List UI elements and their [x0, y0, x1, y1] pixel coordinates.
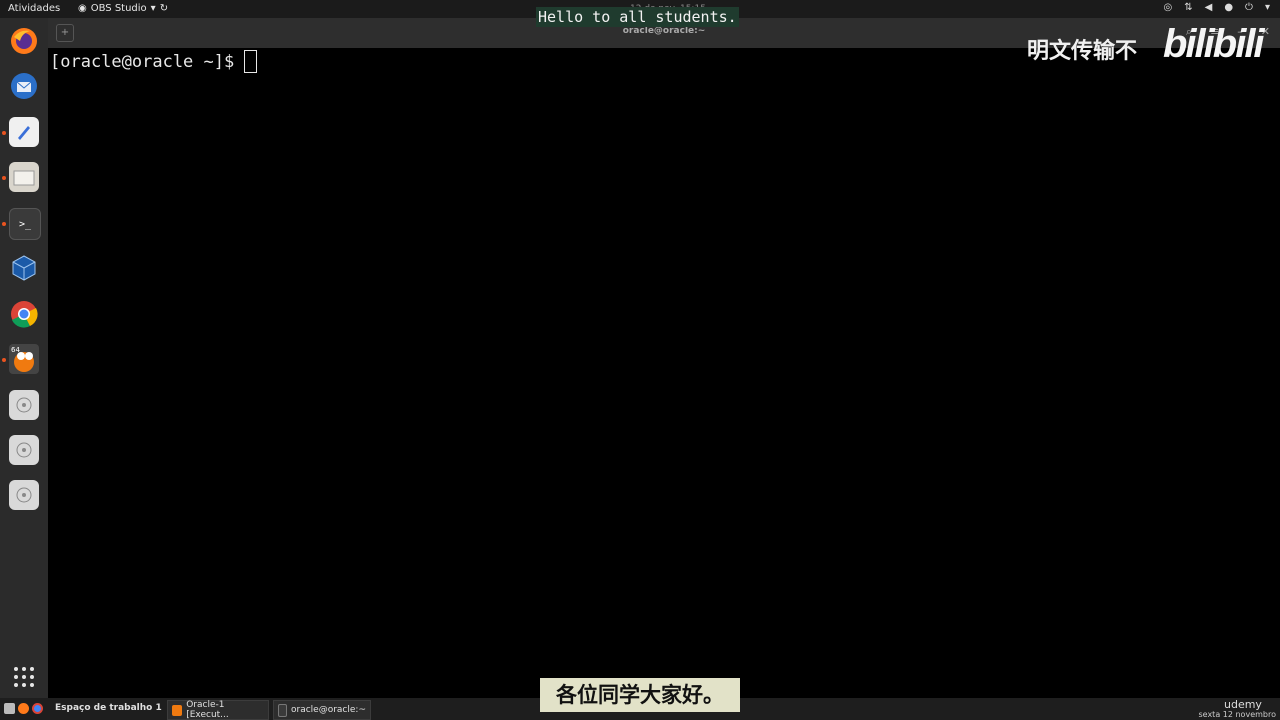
virtualbox-icon[interactable]	[9, 253, 39, 283]
running-indicator	[2, 222, 6, 226]
text-editor-icon[interactable]	[9, 117, 39, 147]
chrome-icon[interactable]	[9, 299, 39, 329]
taskbar-launchers	[4, 703, 43, 714]
terminal-icon[interactable]: >_	[9, 208, 41, 240]
taskbar-item-terminal[interactable]: oracle@oracle:~	[273, 700, 371, 720]
disk-icon[interactable]	[9, 435, 39, 465]
taskbar-date: sexta 12 novembro	[1198, 710, 1277, 719]
obs-icon: ◉	[78, 3, 87, 14]
disk-icon[interactable]	[9, 480, 39, 510]
firefox-icon[interactable]	[9, 26, 39, 56]
bilibili-logo: bilibili	[1163, 22, 1265, 66]
text-cursor	[244, 50, 258, 73]
terminal-icon	[278, 703, 287, 717]
refresh-icon: ↻	[159, 3, 169, 14]
taskbar-item-label: Oracle-1 [Execut...	[186, 700, 229, 720]
chevron-down-icon[interactable]: ▾	[1265, 2, 1270, 13]
accessibility-icon[interactable]: ◎	[1163, 2, 1172, 13]
firefox-icon[interactable]	[18, 703, 29, 714]
running-indicator	[2, 176, 6, 180]
taskbar-item-label: oracle@oracle:~	[291, 705, 366, 715]
chevron-down-icon: ▾	[150, 3, 156, 14]
running-indicator	[2, 131, 6, 135]
subtitle-chinese: 各位同学大家好。	[540, 678, 740, 712]
power-icon[interactable]: ⏻	[1245, 2, 1253, 13]
dock: >_ 64	[0, 18, 48, 698]
files-icon[interactable]	[9, 162, 39, 192]
thunderbird-icon[interactable]	[9, 71, 39, 101]
game-icon[interactable]: 64	[9, 344, 39, 374]
microphone-icon[interactable]: ●	[1224, 2, 1233, 13]
taskbar-item-oracle-vm[interactable]: Oracle-1 [Execut...	[167, 700, 269, 720]
network-icon[interactable]: ⇅	[1184, 2, 1192, 13]
subtitle-english: Hello to all students.	[536, 7, 739, 27]
watermark-text: 明文传输不	[1027, 39, 1138, 64]
volume-icon[interactable]: ◀	[1205, 2, 1213, 13]
game-icon	[172, 704, 183, 716]
disk-icon[interactable]	[9, 390, 39, 420]
show-applications-icon[interactable]	[9, 662, 39, 692]
terminal-prompt[interactable]: [oracle@oracle ~]$	[50, 50, 258, 73]
app-menu-label: OBS Studio	[90, 3, 147, 14]
activities-button[interactable]: Atividades	[8, 3, 60, 15]
svg-text:64: 64	[11, 346, 20, 354]
workspace-label[interactable]: Espaço de trabalho 1	[55, 703, 162, 713]
prompt-text: [oracle@oracle ~]$	[50, 51, 235, 72]
app-menu[interactable]: ◉ OBS Studio ▾ ↻	[78, 3, 168, 15]
keyboard-icon[interactable]	[4, 703, 15, 714]
system-tray[interactable]: ◎ ⇅ ◀ ● ⏻ ▾	[1163, 2, 1270, 13]
running-indicator	[2, 358, 6, 362]
chrome-icon[interactable]	[32, 703, 43, 714]
